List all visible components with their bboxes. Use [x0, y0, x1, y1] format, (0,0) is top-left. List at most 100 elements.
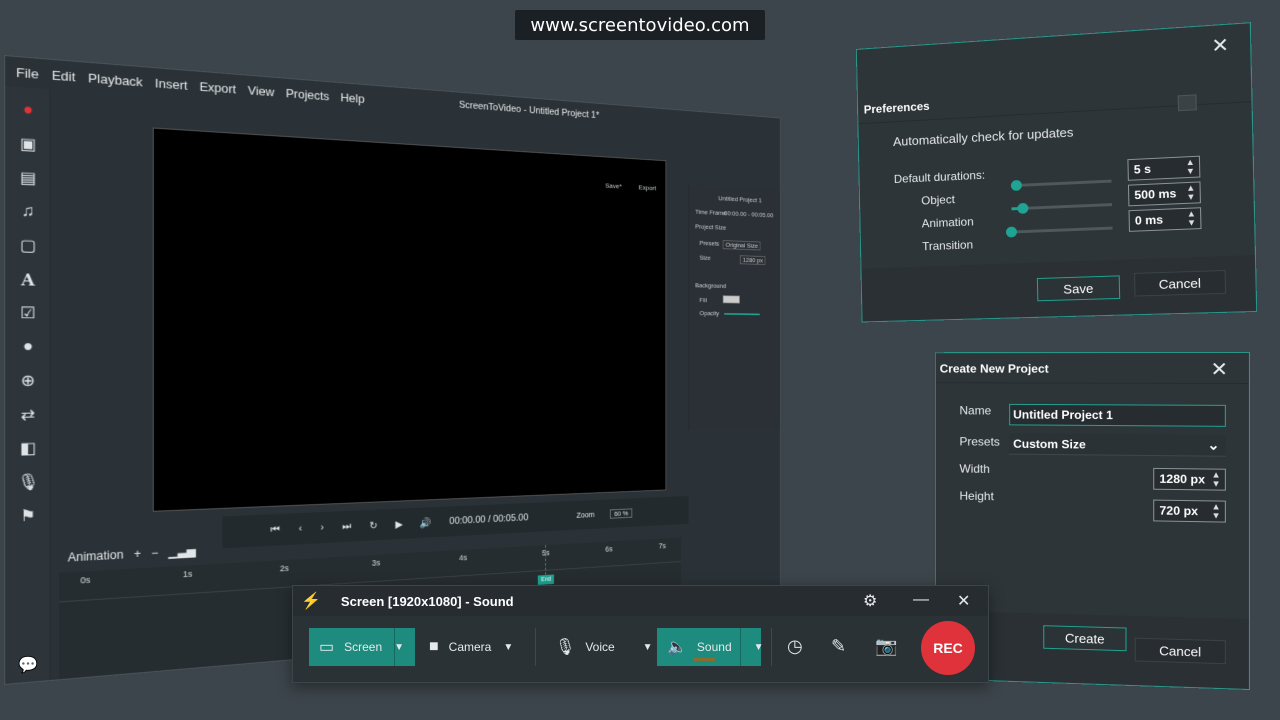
save-button[interactable]: Save [1037, 275, 1120, 301]
transition-tool-icon[interactable]: ⇄ [16, 404, 40, 426]
camera-icon: ■ [429, 638, 439, 656]
audio-tool-icon[interactable]: ♫ [16, 201, 40, 224]
close-icon[interactable]: ✕ [1210, 357, 1228, 382]
voice-label: Voice [585, 640, 614, 654]
tick-label: 1s [183, 569, 192, 579]
menu-projects[interactable]: Projects [286, 86, 330, 103]
chevron-down-icon[interactable]: ▼ [394, 642, 404, 653]
pencil-icon[interactable]: ✎ [831, 636, 846, 657]
chevron-down-icon[interactable]: ⌄ [1207, 437, 1219, 454]
spinner-value: 720 px [1159, 504, 1198, 519]
presets-select[interactable]: Custom Size ⌄ [1009, 433, 1226, 457]
menu-playback[interactable]: Playback [88, 70, 143, 89]
width-spinner[interactable]: 1280 px ▲ ▼ [1153, 468, 1226, 491]
tick-label: 6s [605, 545, 612, 554]
screen-source-button[interactable]: ▭ Screen ▼ [309, 628, 415, 666]
screen-label: Screen [344, 640, 382, 654]
presets-select[interactable]: Original Size [723, 240, 761, 250]
cancel-button[interactable]: Cancel [1134, 270, 1226, 297]
voice-source-button[interactable]: 🎙 Voice ▼ [545, 628, 649, 666]
save-button[interactable]: Save* [605, 182, 622, 190]
split-divider [740, 628, 741, 666]
transition-duration-spinner[interactable]: 0 ms ▲ ▼ [1129, 207, 1202, 232]
name-input[interactable]: Untitled Project 1 [1009, 404, 1226, 427]
add-icon[interactable]: + [134, 547, 141, 561]
export-button[interactable]: Export [639, 184, 656, 192]
chevron-down-icon[interactable]: ▼ [643, 642, 653, 653]
width-label: Width [959, 462, 989, 476]
video-tool-icon[interactable]: ▤ [16, 167, 40, 190]
record-tool-icon[interactable]: ● [16, 99, 40, 122]
opacity-slider[interactable] [724, 313, 760, 315]
create-button[interactable]: Create [1043, 625, 1126, 651]
height-spinner[interactable]: 720 px ▲ ▼ [1153, 500, 1226, 523]
prev-icon[interactable]: ‹ [299, 523, 302, 534]
lightning-logo-icon: ⚡ [301, 591, 321, 611]
menu-help[interactable]: Help [340, 90, 364, 105]
time-frame-value: 00:00.00 - 00:05.00 [724, 209, 773, 219]
microphone-tool-icon[interactable]: 🎙 [16, 471, 40, 494]
split-tool-icon[interactable]: ◧ [16, 437, 40, 459]
title-divider [936, 382, 1249, 384]
monitor-icon: ▭ [319, 637, 334, 657]
menu-export[interactable]: Export [199, 79, 236, 96]
remove-icon[interactable]: − [151, 546, 158, 560]
minimize-icon[interactable]: — [913, 591, 929, 609]
chevron-down-icon[interactable]: ▼ [503, 642, 513, 653]
preferences-dialog: ✕ Preferences Automatically check for up… [856, 22, 1257, 322]
image-tool-icon[interactable]: ▣ [16, 133, 40, 156]
cancel-button[interactable]: Cancel [1135, 638, 1226, 665]
menu-edit[interactable]: Edit [52, 67, 76, 84]
text-tool-icon[interactable]: A [16, 268, 40, 290]
end-marker[interactable]: End [538, 574, 554, 585]
close-icon[interactable]: ✕ [957, 591, 970, 611]
chevron-down-icon[interactable]: ▼ [754, 642, 764, 653]
chat-icon[interactable]: 💬 [18, 655, 38, 675]
split-divider [394, 628, 395, 666]
loop-icon[interactable]: ↻ [369, 519, 377, 531]
checkbox-tool-icon[interactable]: ☑ [16, 302, 40, 324]
menu-insert[interactable]: Insert [155, 75, 188, 92]
menu-file[interactable]: File [16, 64, 39, 81]
record-button[interactable]: REC [921, 621, 975, 675]
zoom-tool-icon[interactable]: ⊕ [16, 370, 40, 392]
spinner-arrows-icon[interactable]: ▲ ▼ [1211, 502, 1220, 520]
size-input[interactable]: 1280 px [740, 255, 766, 265]
tick-label: 0s [80, 575, 90, 585]
object-label: Object [921, 193, 955, 208]
menu-view[interactable]: View [248, 83, 275, 99]
auto-update-checkbox[interactable] [1178, 94, 1197, 111]
spinner-arrows-icon[interactable]: ▲ ▼ [1187, 209, 1197, 227]
microphone-icon: 🎙 [555, 637, 575, 657]
height-label: Height [959, 489, 993, 503]
time-frame-label: Time Frame [695, 208, 726, 217]
animation-duration-spinner[interactable]: 500 ms ▲ ▼ [1128, 181, 1201, 206]
gear-icon[interactable]: ⚙ [863, 591, 877, 611]
spinner-arrows-icon[interactable]: ▲ ▼ [1211, 471, 1220, 489]
video-canvas[interactable] [153, 128, 666, 512]
dialog-title: Create New Project [940, 362, 1049, 376]
next-icon[interactable]: › [321, 522, 324, 533]
background-header[interactable]: Background [695, 282, 726, 290]
skip-end-icon[interactable]: ⏭ [342, 520, 351, 532]
object-duration-spinner[interactable]: 5 s ▲ ▼ [1127, 156, 1200, 181]
name-label: Name [959, 404, 991, 418]
spinner-arrows-icon[interactable]: ▲ ▼ [1186, 184, 1196, 202]
fill-color-swatch[interactable] [723, 295, 740, 303]
volume-icon[interactable]: 🔊 [420, 517, 432, 529]
shape-tool-icon[interactable]: ▢ [16, 234, 40, 257]
flag-tool-icon[interactable]: ⚑ [16, 505, 40, 528]
close-icon[interactable]: ✕ [1211, 33, 1229, 59]
timer-icon[interactable]: ◷ [787, 636, 803, 657]
recorder-title: Screen [1920x1080] - Sound [341, 594, 514, 609]
screenshot-camera-icon[interactable]: 📷 [875, 636, 897, 657]
camera-source-button[interactable]: ■ Camera ▼ [419, 628, 527, 666]
play-icon[interactable]: ▶ [395, 518, 402, 530]
zoom-input[interactable]: 60 % [610, 508, 632, 518]
spinner-arrows-icon[interactable]: ▲ ▼ [1185, 158, 1195, 176]
recorder-titlebar: ⚡ Screen [1920x1080] - Sound ⚙ — ✕ [293, 586, 988, 616]
blur-tool-icon[interactable]: ● [16, 336, 40, 358]
project-size-header[interactable]: Project Size [695, 223, 726, 232]
tick-label: 7s [659, 541, 666, 550]
skip-start-icon[interactable]: ⏮ [270, 524, 279, 537]
